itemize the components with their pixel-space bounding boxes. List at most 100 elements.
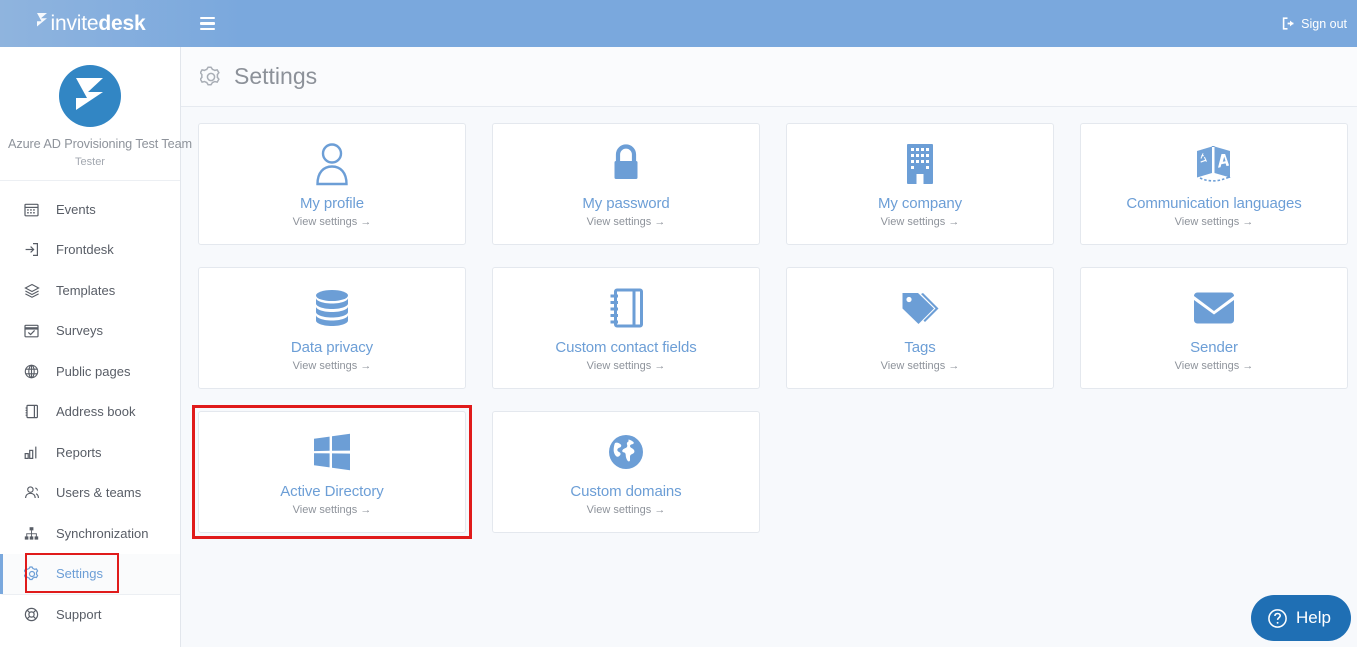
card-subtitle: View settings → bbox=[292, 503, 372, 516]
settings-card-my-profile[interactable]: My profile View settings → bbox=[198, 123, 466, 245]
sidebar-item-label: Settings bbox=[56, 566, 103, 582]
settings-card-communication-languages[interactable]: Communication languages View settings → bbox=[1080, 123, 1348, 245]
lifebuoy-icon bbox=[24, 607, 46, 622]
hamburger-bar bbox=[199, 16, 215, 20]
card-subtitle: View settings → bbox=[1174, 215, 1254, 228]
card-subtitle: View settings → bbox=[1174, 359, 1254, 372]
database-icon bbox=[311, 285, 353, 331]
sign-out-icon bbox=[1282, 17, 1296, 30]
help-button[interactable]: Help bbox=[1251, 595, 1351, 641]
main-content: Settings My profile View settings → My p bbox=[181, 47, 1357, 647]
tags-icon bbox=[898, 285, 942, 331]
hamburger-bar bbox=[199, 27, 215, 31]
brand-logo[interactable]: invitedesk bbox=[0, 0, 181, 47]
settings-card-my-company[interactable]: My company View settings → bbox=[786, 123, 1054, 245]
layers-icon bbox=[24, 283, 46, 298]
sidebar-item-label: Support bbox=[56, 607, 102, 623]
settings-card-sender[interactable]: Sender View settings → bbox=[1080, 267, 1348, 389]
brand-light: invite bbox=[50, 11, 99, 35]
card-title: My password bbox=[582, 194, 670, 212]
sidebar-item-label: Reports bbox=[56, 444, 102, 460]
gear-icon bbox=[24, 566, 46, 582]
card-title: Custom contact fields bbox=[555, 338, 697, 356]
sidebar-item-address-book[interactable]: Address book bbox=[0, 392, 180, 433]
sidebar-item-settings[interactable]: Settings bbox=[0, 553, 180, 594]
card-subtitle: View settings → bbox=[880, 215, 960, 228]
sidebar-profile: Azure AD Provisioning Test Team Tester bbox=[0, 47, 193, 181]
globe-icon bbox=[24, 364, 46, 379]
card-subtitle: View settings → bbox=[586, 359, 666, 372]
sidebar-item-synchronization[interactable]: Synchronization bbox=[0, 513, 180, 554]
invitedesk-logo-icon bbox=[36, 12, 49, 35]
login-arrow-icon bbox=[24, 242, 46, 257]
sidebar-item-label: Surveys bbox=[56, 323, 103, 339]
sidebar-item-label: Users & teams bbox=[56, 485, 142, 501]
sidebar-nav: Events Frontdesk Templates Surveys Publi… bbox=[0, 181, 180, 635]
gear-icon bbox=[200, 65, 222, 88]
card-title: My company bbox=[877, 194, 963, 212]
card-title: Tags bbox=[904, 338, 936, 356]
lock-icon bbox=[608, 141, 644, 187]
card-title: Communication languages bbox=[1126, 194, 1302, 212]
settings-card-my-password[interactable]: My password View settings → bbox=[492, 123, 760, 245]
invitedesk-avatar-icon bbox=[72, 74, 108, 119]
notebook-icon bbox=[607, 285, 645, 331]
card-subtitle: View settings → bbox=[880, 359, 960, 372]
sitemap-icon bbox=[24, 526, 46, 541]
settings-card-tags[interactable]: Tags View settings → bbox=[786, 267, 1054, 389]
settings-card-data-privacy[interactable]: Data privacy View settings → bbox=[198, 267, 466, 389]
sidebar-item-frontdesk[interactable]: Frontdesk bbox=[0, 230, 180, 271]
sidebar-item-label: Templates bbox=[56, 282, 116, 298]
sidebar-item-label: Synchronization bbox=[56, 525, 149, 541]
settings-card-custom-domains[interactable]: Custom domains View settings → bbox=[492, 411, 760, 533]
question-circle-icon bbox=[1267, 608, 1288, 629]
sign-out-button[interactable]: Sign out bbox=[1282, 17, 1347, 31]
top-bar: invitedesk Sign out bbox=[0, 0, 1357, 47]
globe-filled-icon bbox=[606, 429, 646, 475]
sidebar-item-reports[interactable]: Reports bbox=[0, 432, 180, 473]
card-title: My profile bbox=[299, 194, 365, 212]
sidebar-item-label: Events bbox=[56, 201, 96, 217]
sidebar-item-support[interactable]: Support bbox=[0, 594, 180, 635]
help-label: Help bbox=[1296, 608, 1331, 627]
sidebar-item-surveys[interactable]: Surveys bbox=[0, 311, 180, 352]
sidebar: Azure AD Provisioning Test Team Tester E… bbox=[0, 47, 193, 647]
sidebar-item-public-pages[interactable]: Public pages bbox=[0, 351, 180, 392]
bar-chart-icon bbox=[24, 445, 46, 460]
sidebar-item-label: Frontdesk bbox=[56, 242, 114, 258]
card-title: Sender bbox=[1190, 338, 1238, 356]
card-subtitle: View settings → bbox=[586, 215, 666, 228]
calendar-check-icon bbox=[24, 323, 46, 338]
page-header: Settings bbox=[181, 47, 1357, 107]
card-subtitle: View settings → bbox=[292, 359, 372, 372]
avatar bbox=[59, 65, 121, 127]
team-role: Tester bbox=[75, 156, 105, 168]
calendar-icon bbox=[24, 202, 46, 217]
sidebar-item-users-teams[interactable]: Users & teams bbox=[0, 473, 180, 514]
address-book-icon bbox=[24, 404, 46, 419]
users-icon bbox=[24, 485, 46, 500]
sidebar-item-label: Address book bbox=[56, 404, 136, 420]
windows-icon bbox=[311, 429, 353, 475]
sidebar-item-events[interactable]: Events bbox=[0, 189, 180, 230]
sign-out-label: Sign out bbox=[1301, 16, 1347, 31]
envelope-icon bbox=[1191, 285, 1237, 331]
settings-card-custom-contact-fields[interactable]: Custom contact fields View settings → bbox=[492, 267, 760, 389]
card-subtitle: View settings → bbox=[586, 503, 666, 516]
building-icon bbox=[904, 141, 936, 187]
team-name: Azure AD Provisioning Test Team bbox=[8, 137, 193, 151]
page-title: Settings bbox=[234, 63, 318, 89]
card-title: Active Directory bbox=[280, 482, 384, 500]
settings-card-active-directory[interactable]: Active Directory View settings → bbox=[192, 405, 472, 539]
sidebar-item-templates[interactable]: Templates bbox=[0, 270, 180, 311]
user-icon bbox=[312, 141, 352, 187]
card-title: Custom domains bbox=[570, 482, 682, 500]
hamburger-menu-icon[interactable] bbox=[193, 10, 221, 38]
sidebar-item-label: Public pages bbox=[56, 363, 131, 379]
brand-text: invitedesk bbox=[51, 12, 146, 36]
card-title: Data privacy bbox=[290, 338, 374, 356]
translate-icon bbox=[1193, 141, 1235, 187]
card-subtitle: View settings → bbox=[292, 215, 372, 228]
hamburger-bar bbox=[199, 22, 215, 25]
settings-card-grid: My profile View settings → My password V… bbox=[181, 107, 1357, 539]
